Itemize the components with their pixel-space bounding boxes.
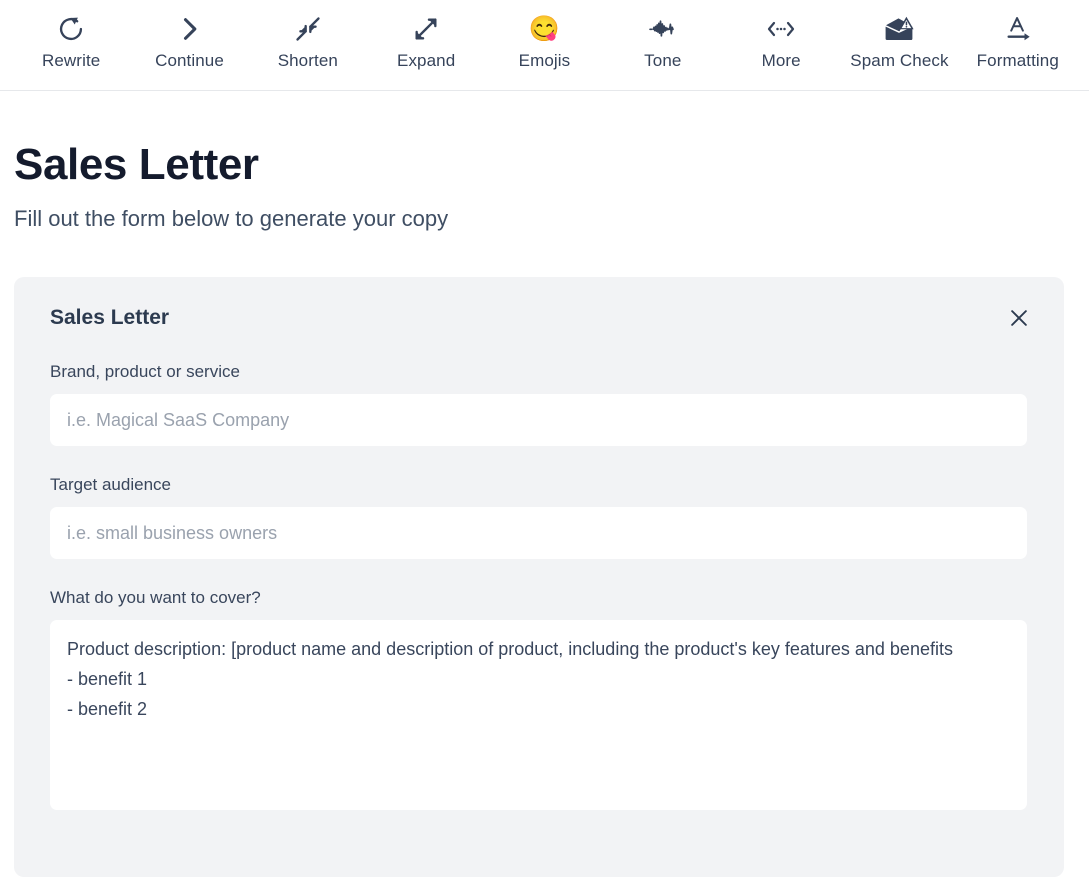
chevron-right-icon [175, 12, 203, 46]
toolbar-item-tone[interactable]: Tone [604, 10, 722, 72]
close-icon[interactable] [1004, 303, 1034, 333]
arrows-expand-icon [412, 12, 440, 46]
toolbar-item-label: Expand [397, 51, 456, 70]
envelope-warning-icon [883, 12, 915, 46]
toolbar-item-shorten[interactable]: Shorten [249, 10, 367, 72]
rotate-ccw-icon [57, 12, 85, 46]
arrows-collapse-icon [294, 12, 322, 46]
smiling-face-with-tongue-emoji: 😋 [529, 12, 560, 46]
toolbar-item-label: Continue [155, 51, 224, 70]
code-ellipsis-icon [766, 12, 796, 46]
ai-tools-toolbar: Rewrite Continue Shorten Expand 😋 Emojis… [0, 0, 1089, 91]
page-title: Sales Letter [14, 140, 259, 189]
toolbar-item-label: More [761, 51, 801, 70]
field-brand: Brand, product or service [50, 361, 1040, 446]
toolbar-item-label: Spam Check [850, 51, 949, 70]
toolbar-item-expand[interactable]: Expand [367, 10, 485, 72]
emoji-glyph: 😋 [528, 15, 561, 43]
field-label-target-audience: Target audience [50, 475, 171, 494]
toolbar-item-rewrite[interactable]: Rewrite [12, 10, 130, 72]
field-label-cover: What do you want to cover? [50, 588, 261, 607]
toolbar-item-more[interactable]: More [722, 10, 840, 72]
toolbar-item-label: Formatting [976, 51, 1059, 70]
waveform-icon [648, 12, 678, 46]
page-header: Sales Letter Fill out the form below to … [0, 91, 1089, 233]
field-cover: What do you want to cover? [50, 587, 1040, 810]
sales-letter-form-card: Sales Letter Brand, product or service T… [14, 277, 1064, 877]
target-audience-input[interactable] [50, 507, 1027, 559]
toolbar-item-label: Emojis [518, 51, 571, 70]
form-card-title: Sales Letter [50, 306, 170, 329]
toolbar-item-formatting[interactable]: Formatting [959, 10, 1077, 72]
letter-a-arrow-icon [1004, 12, 1032, 46]
toolbar-item-label: Tone [644, 51, 682, 70]
toolbar-item-label: Shorten [277, 51, 338, 70]
toolbar-item-label: Rewrite [42, 51, 101, 70]
cover-textarea[interactable] [50, 620, 1027, 810]
toolbar-item-spam-check[interactable]: Spam Check [840, 10, 958, 72]
toolbar-item-emojis[interactable]: 😋 Emojis [485, 10, 603, 72]
page-subtitle: Fill out the form below to generate your… [14, 206, 449, 231]
form-card-header: Sales Letter [50, 303, 1040, 333]
field-label-brand: Brand, product or service [50, 362, 240, 381]
field-target-audience: Target audience [50, 474, 1040, 559]
brand-input[interactable] [50, 394, 1027, 446]
toolbar-item-continue[interactable]: Continue [130, 10, 248, 72]
